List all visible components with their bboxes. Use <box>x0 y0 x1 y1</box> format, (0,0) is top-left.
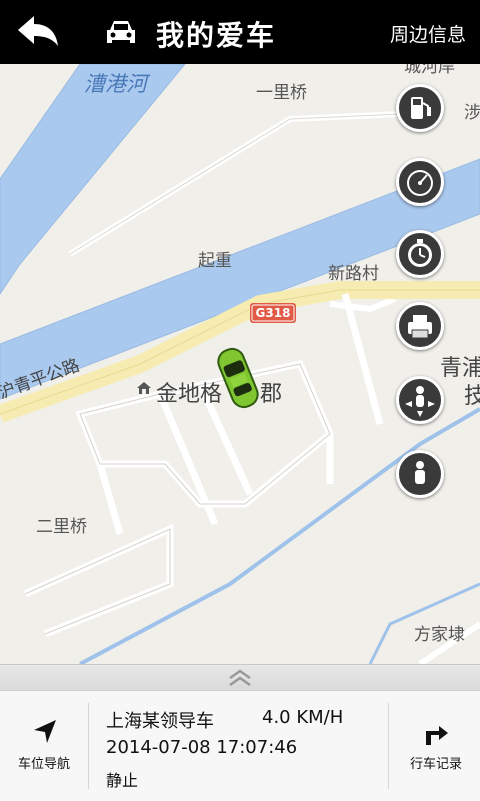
back-arrow-icon <box>18 16 58 46</box>
vehicle-info-panel: 车位导航 上海某领导车 4.0 KM/H 2014-07-08 17:07:46… <box>0 690 480 801</box>
back-button[interactable] <box>14 12 64 52</box>
map-label-fangjiadai: 方家埭 <box>414 625 465 645</box>
map-label-erlibridge: 二里桥 <box>36 517 87 537</box>
map-view[interactable]: 漕港河 一里桥 城河岸 涉 起重 新路村 G318 青浦 技 沪青平公路 金地格… <box>0 64 480 664</box>
driving-record-label: 行车记录 <box>409 757 462 772</box>
home-icon <box>137 382 151 394</box>
person-icon <box>415 461 425 484</box>
car-icon <box>104 16 138 48</box>
vehicle-status: 静止 <box>106 771 139 790</box>
map-label-yilibridge: 一里桥 <box>256 83 307 103</box>
navigation-arrow-icon <box>34 720 56 743</box>
printer-button[interactable] <box>396 302 444 350</box>
vehicle-name: 上海某领导车 <box>106 711 214 732</box>
map-label-river: 漕港河 <box>84 72 147 96</box>
route-turn-icon <box>426 726 448 745</box>
parking-navigation-button[interactable]: 车位导航 <box>0 691 88 801</box>
car-marker-icon <box>217 347 259 409</box>
highway-badge-g318: G318 <box>255 306 291 320</box>
timer-button[interactable] <box>396 230 444 278</box>
expand-panel-handle[interactable] <box>0 664 480 691</box>
divider-right <box>388 703 389 789</box>
vehicle-timestamp: 2014-07-08 17:07:46 <box>106 737 298 758</box>
nearby-info-button[interactable]: 周边信息 <box>390 20 466 47</box>
printer-icon <box>408 315 432 339</box>
chevron-up-icon <box>229 669 251 687</box>
poi-label-jindi-suffix: 郡 <box>260 382 283 407</box>
locate-me-button[interactable] <box>396 376 444 424</box>
vehicle-marker[interactable] <box>213 342 263 414</box>
gas-pump-icon <box>411 97 431 119</box>
person-compass-icon <box>405 386 435 417</box>
map-label-chengheku: 城河岸 <box>404 64 455 77</box>
header-bar: 我的爱车 周边信息 <box>0 0 480 64</box>
speedometer-icon <box>407 170 433 196</box>
page-title: 我的爱车 <box>156 19 277 52</box>
map-label-xinlucun: 新路村 <box>328 264 379 284</box>
map-label-edge: 涉 <box>464 103 480 123</box>
driving-record-button[interactable]: 行车记录 <box>392 691 480 801</box>
person-button[interactable] <box>396 450 444 498</box>
divider-left <box>88 703 89 789</box>
speed-button[interactable] <box>396 158 444 206</box>
map-label-ji: 技 <box>464 384 480 409</box>
stopwatch-icon <box>408 239 432 267</box>
parking-navigation-label: 车位导航 <box>17 757 70 772</box>
gas-station-button[interactable] <box>396 84 444 132</box>
vehicle-speed: 4.0 KM/H <box>262 707 344 728</box>
map-label-qizhong: 起重 <box>198 251 232 271</box>
